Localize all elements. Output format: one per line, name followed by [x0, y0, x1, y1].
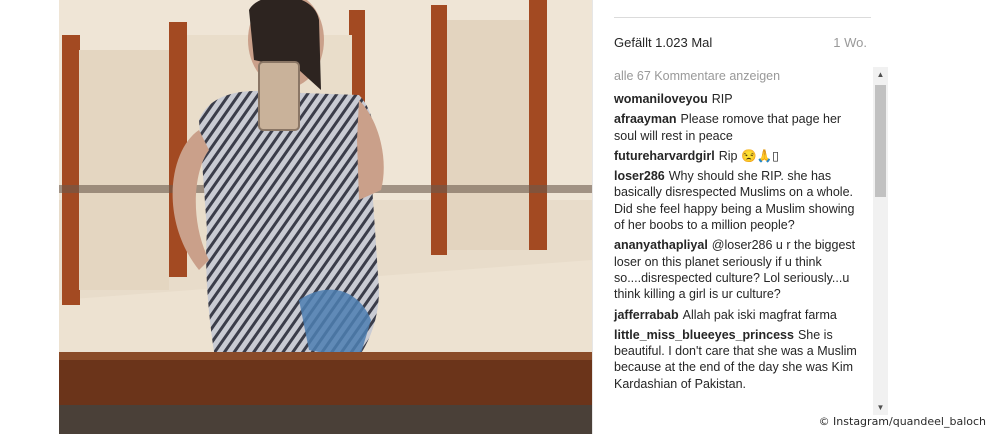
screenshot-stage: Gefällt 1.023 Mal 1 Wo. alle 67 Kommenta…	[0, 0, 992, 434]
comment-username[interactable]: loser286	[614, 169, 665, 183]
comment-username[interactable]: afraayman	[614, 112, 677, 126]
comment-item: womaniloveyou RIP	[614, 91, 866, 107]
comment-item: loser286 Why should she RIP. she has basi…	[614, 168, 866, 233]
comment-username[interactable]: little_miss_blueeyes_princess	[614, 328, 794, 342]
post-photo[interactable]	[59, 0, 592, 434]
comment-username[interactable]: futureharvardgirl	[614, 149, 715, 163]
comment-username[interactable]: womaniloveyou	[614, 92, 708, 106]
likes-row: Gefällt 1.023 Mal 1 Wo.	[614, 35, 867, 53]
post-side-panel: Gefällt 1.023 Mal 1 Wo. alle 67 Kommenta…	[592, 0, 871, 434]
comments-list: womaniloveyou RIP afraayman Please romove …	[614, 91, 866, 396]
selfie-image	[59, 0, 592, 434]
comments-scrollbar[interactable]: ▲ ▼	[873, 67, 888, 415]
comment-item: ananyathapliyal @loser286 u r the biggest…	[614, 237, 866, 302]
photo-credit: © Instagram/quandeel_baloch	[818, 415, 986, 428]
post-time[interactable]: 1 Wo.	[833, 35, 867, 50]
comment-text: Allah pak iski magfrat farma	[682, 307, 837, 322]
divider	[614, 17, 871, 18]
comment-item: little_miss_blueeyes_princess She is beau…	[614, 327, 866, 392]
comment-item: futureharvardgirl Rip 😒🙏▯	[614, 148, 866, 164]
comment-username[interactable]: jafferrabab	[614, 308, 679, 322]
scrollbar-thumb[interactable]	[875, 85, 886, 197]
likes-count[interactable]: Gefällt 1.023 Mal	[614, 35, 712, 50]
comment-item: jafferrabab Allah pak iski magfrat farma	[614, 307, 866, 323]
show-all-comments-link[interactable]: alle 67 Kommentare anzeigen	[614, 69, 780, 83]
comment-text: RIP	[711, 92, 733, 106]
comment-username[interactable]: ananyathapliyal	[614, 238, 708, 252]
scroll-down-arrow-icon[interactable]: ▼	[873, 400, 888, 415]
comment-text: Rip 😒🙏▯	[718, 148, 779, 163]
scroll-up-arrow-icon[interactable]: ▲	[873, 67, 888, 82]
comment-item: afraayman Please romove that page her sou…	[614, 111, 866, 144]
